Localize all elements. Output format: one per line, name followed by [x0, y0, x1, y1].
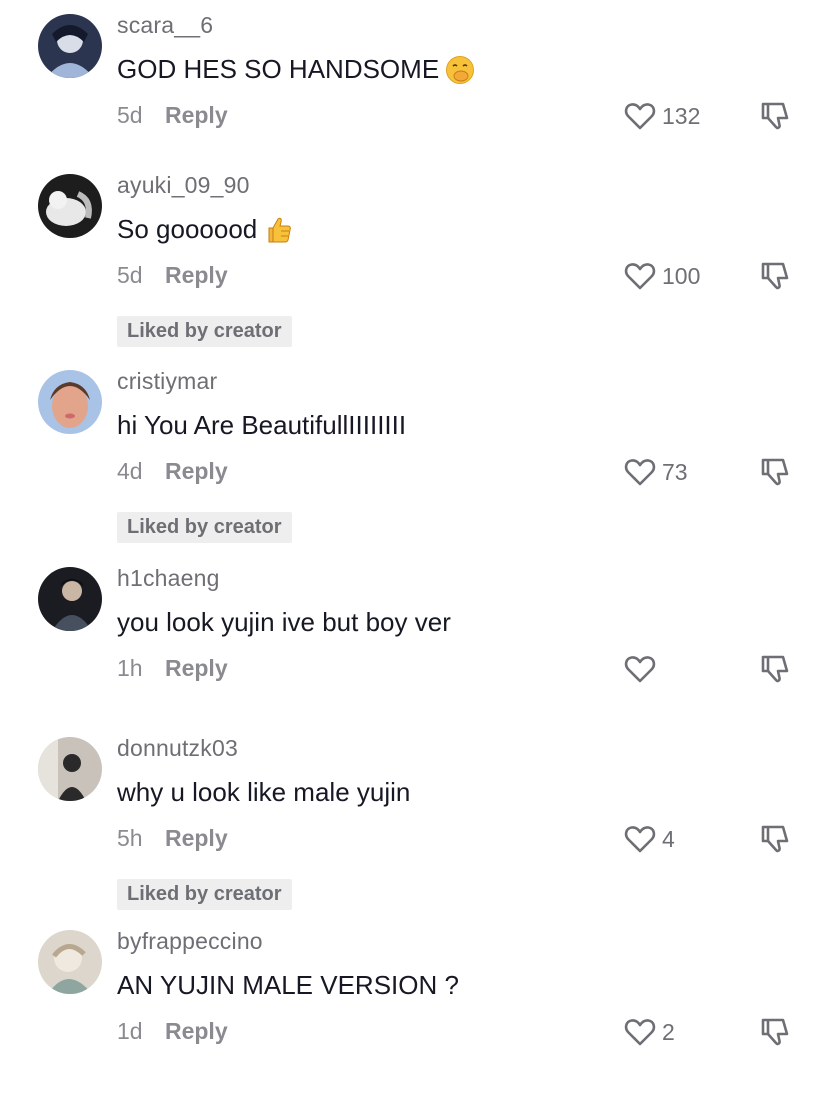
comment-text-content: So goooood	[117, 214, 258, 244]
comment-time: 4d	[117, 458, 143, 484]
comment-time: 5d	[117, 102, 143, 128]
comment-text: you look yujin ive but boy ver	[117, 607, 451, 638]
heart-icon	[624, 263, 656, 290]
heart-icon	[624, 1019, 656, 1046]
avatar[interactable]	[38, 930, 102, 994]
like-button[interactable]: 4	[622, 821, 675, 857]
comment-time: 5h	[117, 825, 143, 851]
thumbs-down-icon	[761, 825, 789, 853]
comment-meta: 1d Reply	[117, 1018, 228, 1045]
comment-text-content: AN YUJIN MALE VERSION ?	[117, 970, 459, 1000]
comment-username[interactable]: ayuki_09_90	[117, 172, 250, 199]
comment-text: hi You Are BeautifullIIIIIIII	[117, 410, 406, 441]
thumbs-down-icon	[761, 655, 789, 683]
reply-button[interactable]: Reply	[165, 458, 228, 484]
dislike-button[interactable]	[757, 651, 793, 687]
like-button[interactable]: 132	[622, 98, 700, 134]
comment-text-content: GOD HES SO HANDSOME	[117, 54, 440, 84]
comment-text: So goooood	[117, 214, 293, 245]
comment-meta: 4d Reply	[117, 458, 228, 485]
dislike-button[interactable]	[757, 98, 793, 134]
heart-icon	[624, 459, 656, 486]
comment-time: 1h	[117, 655, 143, 681]
thumbs-down-icon	[761, 458, 789, 486]
comment-username[interactable]: h1chaeng	[117, 565, 220, 592]
reply-button[interactable]: Reply	[165, 102, 228, 128]
avatar[interactable]	[38, 737, 102, 801]
comment-text-content: hi You Are BeautifullIIIIIIII	[117, 410, 407, 440]
reply-button[interactable]: Reply	[165, 262, 228, 288]
heart-icon	[624, 656, 656, 683]
liked-by-creator-badge: Liked by creator	[117, 316, 292, 347]
avatar[interactable]	[38, 14, 102, 78]
avatar[interactable]	[38, 567, 102, 631]
like-button[interactable]	[622, 651, 662, 687]
comment-meta: 5d Reply	[117, 102, 228, 129]
reply-button[interactable]: Reply	[165, 1018, 228, 1044]
comment-time: 1d	[117, 1018, 143, 1044]
like-count: 100	[662, 262, 701, 289]
liked-by-creator-badge: Liked by creator	[117, 512, 292, 543]
comment-time: 5d	[117, 262, 143, 288]
comment-text: GOD HES SO HANDSOME	[117, 54, 475, 85]
comment-text-content: you look yujin ive but boy ver	[117, 607, 451, 637]
dislike-button[interactable]	[757, 821, 793, 857]
thumbs-down-icon	[761, 262, 789, 290]
thumbs-down-icon	[761, 1018, 789, 1046]
avatar[interactable]	[38, 174, 102, 238]
like-count: 4	[662, 825, 675, 852]
comment-meta: 5d Reply	[117, 262, 228, 289]
like-button[interactable]: 100	[622, 258, 700, 294]
comment-text: why u look like male yujin	[117, 777, 410, 808]
reply-button[interactable]: Reply	[165, 655, 228, 681]
comment-meta: 5h Reply	[117, 825, 228, 852]
thumbs-up-emoji-icon	[263, 215, 293, 245]
comment-username[interactable]: donnutzk03	[117, 735, 238, 762]
dislike-button[interactable]	[757, 454, 793, 490]
like-count: 132	[662, 102, 701, 129]
thumbs-down-icon	[761, 102, 789, 130]
liked-by-creator-badge: Liked by creator	[117, 879, 292, 910]
avatar[interactable]	[38, 370, 102, 434]
comment-username[interactable]: scara__6	[117, 12, 213, 39]
hand-over-mouth-emoji-icon	[445, 55, 475, 85]
comment-text-content: why u look like male yujin	[117, 777, 411, 807]
like-button[interactable]: 2	[622, 1014, 675, 1050]
like-count: 2	[662, 1018, 675, 1045]
reply-button[interactable]: Reply	[165, 825, 228, 851]
dislike-button[interactable]	[757, 258, 793, 294]
heart-icon	[624, 826, 656, 853]
comment-username[interactable]: byfrappeccino	[117, 928, 263, 955]
dislike-button[interactable]	[757, 1014, 793, 1050]
comment-username[interactable]: cristiymar	[117, 368, 217, 395]
heart-icon	[624, 103, 656, 130]
like-button[interactable]: 73	[622, 454, 688, 490]
like-count: 73	[662, 458, 688, 485]
comment-text: AN YUJIN MALE VERSION ?	[117, 970, 459, 1001]
comment-meta: 1h Reply	[117, 655, 228, 682]
